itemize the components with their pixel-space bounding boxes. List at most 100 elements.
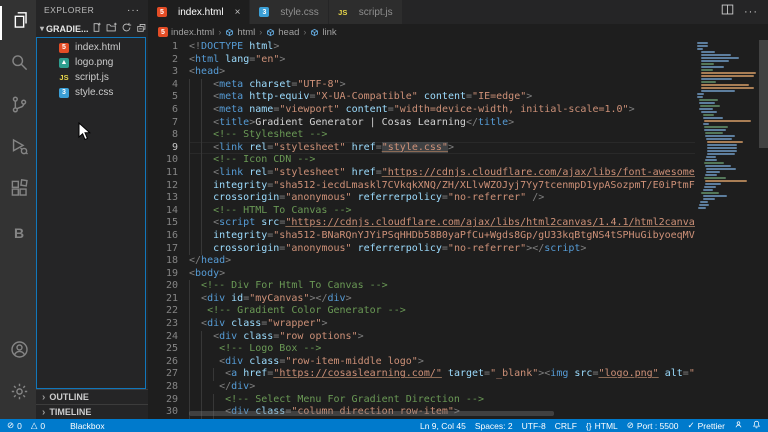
status-encoding[interactable]: UTF-8 (522, 421, 546, 431)
new-folder-icon[interactable] (106, 22, 117, 35)
breadcrumb-html[interactable]: html (225, 27, 255, 38)
workspace-folder-name: GRADIE... (46, 24, 89, 34)
code-line[interactable]: 3<head> (148, 66, 695, 79)
new-file-icon[interactable] (91, 22, 102, 35)
sidebar-item-blackbox[interactable]: B (0, 216, 36, 250)
indent-guide (189, 91, 201, 104)
code-line[interactable]: 24<div class="row options"> (148, 331, 695, 344)
status-prettier[interactable]: ✓Prettier (687, 420, 725, 431)
line-number: 8 (148, 129, 178, 142)
source-control-icon (10, 95, 29, 119)
code-editor[interactable]: 1<!DOCTYPE html>2<html lang="en">3<head>… (148, 40, 768, 419)
sidebar-item-run-debug[interactable] (0, 132, 36, 166)
code-text: <!-- Div For Html To Canvas --> (189, 280, 695, 293)
minimap-line (699, 99, 718, 101)
code-line[interactable]: 23<div class="wrapper"> (148, 318, 695, 331)
code-line[interactable]: 18</head> (148, 255, 695, 268)
file-item-script.js[interactable]: JSscript.js (37, 70, 145, 85)
code-line[interactable]: 20<!-- Div For Html To Canvas --> (148, 280, 695, 293)
status-live-server-port[interactable]: ⊘Port : 5500 (627, 420, 679, 431)
code-line[interactable]: 14<!-- HTML To Canvas --> (148, 205, 695, 218)
code-line[interactable]: 19<body> (148, 268, 695, 281)
status-blackbox[interactable]: Blackbox (70, 421, 105, 431)
file-tree: 5index.html▲logo.pngJSscript.js3style.cs… (36, 37, 146, 389)
horizontal-scrollbar-thumb[interactable] (189, 411, 554, 416)
sidebar-item-search[interactable] (0, 48, 36, 82)
settings-button[interactable] (0, 377, 36, 411)
code-line[interactable]: 11<link rel="stylesheet" href="https://c… (148, 167, 695, 180)
breadcrumb-file[interactable]: 5index.html (158, 27, 214, 38)
code-line[interactable]: 16integrity="sha512-BNaRQnYJYiPSqHHDb58B… (148, 230, 695, 243)
line-number: 3 (148, 66, 178, 79)
status-errors[interactable]: ⊘0 (7, 420, 22, 431)
code-line[interactable]: 26 <div class="row-item-middle logo"> (148, 356, 695, 369)
code-line[interactable]: 17crossorigin="anonymous" referrerpolicy… (148, 243, 695, 256)
more-actions-icon[interactable]: ··· (744, 6, 758, 18)
breadcrumb-link[interactable]: link (310, 27, 336, 38)
status-language-mode[interactable]: {}HTML (586, 421, 618, 431)
code-line[interactable]: 9<link rel="stylesheet" href="style.css"… (148, 142, 695, 155)
bell-icon (752, 420, 761, 431)
collapse-folders-icon[interactable] (136, 22, 147, 35)
explorer-more-actions-button[interactable]: ··· (127, 5, 140, 16)
minimap-line (701, 66, 724, 68)
code-line[interactable]: 8<!-- Stylesheet --> (148, 129, 695, 142)
sidebar-item-source-control[interactable] (0, 90, 36, 124)
tab-index.html[interactable]: 5index.html× (148, 0, 250, 24)
code-text: <link rel="stylesheet" href="style.css"> (189, 142, 695, 155)
code-line[interactable]: 21<div id="myCanvas"></div> (148, 293, 695, 306)
code-text: integrity="sha512-iecdLmaskl7CVkqkXNQ/ZH… (189, 180, 695, 193)
code-line[interactable]: 25 <!-- Logo Box --> (148, 343, 695, 356)
line-number: 19 (148, 268, 178, 281)
minimap-line (703, 198, 715, 200)
split-editor-icon[interactable] (721, 3, 734, 21)
code-line[interactable]: 5<meta http-equiv="X-UA-Compatible" cont… (148, 91, 695, 104)
status-indentation[interactable]: Spaces: 2 (475, 421, 513, 431)
sidebar-item-explorer[interactable] (0, 6, 36, 40)
code-line[interactable]: 28 </div> (148, 381, 695, 394)
code-line[interactable]: 29<!-- Select Menu For Gradient Directio… (148, 394, 695, 407)
status-notifications[interactable] (752, 420, 761, 431)
outline-section[interactable]: › OUTLINE (36, 389, 148, 404)
minimap-line (705, 135, 735, 137)
code-line[interactable]: 1<!DOCTYPE html> (148, 41, 695, 54)
css-file-icon: 3 (59, 88, 69, 98)
status-eol[interactable]: CRLF (555, 421, 577, 431)
code-line[interactable]: 27<a href="https://cosaslearning.com/" t… (148, 368, 695, 381)
code-line[interactable]: 13crossorigin="anonymous" referrerpolicy… (148, 192, 695, 205)
line-number: 16 (148, 230, 178, 243)
breadcrumb-head[interactable]: head (266, 27, 299, 38)
code-line[interactable]: 22 <!-- Gradient Color Generator --> (148, 305, 695, 318)
account-button[interactable] (0, 335, 36, 369)
code-line[interactable]: 6<meta name="viewport" content="width=de… (148, 104, 695, 117)
explorer-header: EXPLORER ··· (36, 0, 148, 20)
tab-script.js[interactable]: JSscript.js (329, 0, 403, 24)
status-warnings[interactable]: △0 (31, 420, 45, 431)
tab-style.css[interactable]: 3style.css (250, 0, 328, 24)
timeline-section[interactable]: › TIMELINE (36, 404, 148, 419)
file-item-style.css[interactable]: 3style.css (37, 85, 145, 100)
code-line[interactable]: 12integrity="sha512-iecdLmaskl7CVkqkXNQ/… (148, 180, 695, 193)
code-line[interactable]: 7<title>Gradient Generator | Cosas Learn… (148, 117, 695, 130)
close-icon[interactable]: × (235, 7, 241, 18)
status-feedback[interactable] (734, 420, 743, 431)
line-number: 1 (148, 41, 178, 54)
indent-guide (201, 205, 213, 218)
indent-guide (189, 230, 201, 243)
minimap[interactable] (697, 42, 759, 210)
refresh-icon[interactable] (121, 22, 132, 35)
file-item-index.html[interactable]: 5index.html (37, 40, 145, 55)
sidebar-item-extensions[interactable] (0, 174, 36, 208)
minimap-line (707, 153, 735, 155)
code-line[interactable]: 10<!-- Icon CDN --> (148, 154, 695, 167)
vertical-scrollbar[interactable] (759, 40, 768, 419)
vertical-scrollbar-thumb[interactable] (759, 40, 768, 148)
code-text: <!-- Gradient Color Generator --> (189, 305, 695, 318)
file-item-logo.png[interactable]: ▲logo.png (37, 55, 145, 70)
code-line[interactable]: 4<meta charset="UTF-8"> (148, 79, 695, 92)
warning-icon: △ (31, 420, 38, 431)
code-line[interactable]: 15<script src="https://cdnjs.cloudflare.… (148, 217, 695, 230)
status-cursor-position[interactable]: Ln 9, Col 45 (420, 421, 466, 431)
workspace-folder-row[interactable]: ▾ GRADIE... (36, 20, 148, 37)
code-line[interactable]: 2<html lang="en"> (148, 54, 695, 67)
